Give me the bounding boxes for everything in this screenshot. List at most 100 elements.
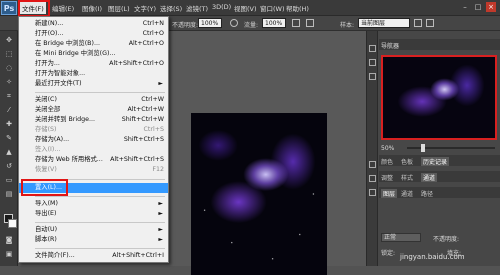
minimize-button[interactable]: –	[460, 2, 470, 12]
menu-separator	[35, 196, 165, 197]
menu-item-save-as[interactable]: 存储为(A)... Shift+Ctrl+S	[19, 135, 168, 145]
magic-wand-tool-icon[interactable]: ✧	[4, 77, 14, 87]
gradient-tool-icon[interactable]: ▤	[4, 189, 14, 199]
flow-label: 流量:	[244, 22, 259, 29]
menu-item-automate[interactable]: 自动(U) ►	[19, 225, 168, 235]
color-panel-icon[interactable]	[369, 161, 376, 168]
quick-mask-icon[interactable]: ◙	[4, 235, 14, 245]
menu-help[interactable]: 帮助(H)	[286, 3, 309, 13]
healing-brush-tool-icon[interactable]: ✚	[4, 119, 14, 129]
brush-tool-icon[interactable]: ✎	[4, 133, 14, 143]
menu-separator	[35, 248, 165, 249]
file-menu-dropdown: 新建(N)... Ctrl+N 打开(O)... Ctrl+O 在 Bridge 中…	[18, 16, 169, 263]
menu-item-close-all[interactable]: 关闭全部 Alt+Ctrl+W	[19, 105, 168, 115]
panel-tabs-bar	[379, 187, 500, 198]
background-color-swatch[interactable]	[8, 219, 17, 228]
menu-item-close-go-bridge[interactable]: 关闭并转到 Bridge... Shift+Ctrl+W	[19, 115, 168, 125]
crop-tool-icon[interactable]: ⌗	[4, 91, 14, 101]
menu-item-save[interactable]: 存储(S) Ctrl+S	[19, 125, 168, 135]
screen-mode-icon[interactable]: ▣	[4, 249, 14, 259]
menu-window[interactable]: 窗口(W)	[260, 3, 285, 13]
blend-mode-select[interactable]: 正常	[381, 233, 421, 242]
layer-opacity-label: 不透明度:	[433, 236, 460, 243]
menu-separator	[35, 222, 165, 223]
menu-separator	[35, 92, 165, 93]
photoshop-logo: Ps	[1, 1, 17, 15]
navigator-panel-icon[interactable]	[369, 45, 376, 52]
menu-item-new[interactable]: 新建(N)... Ctrl+N	[19, 19, 168, 29]
galaxy-image[interactable]	[191, 113, 327, 275]
menu-item-recent-files[interactable]: 最近打开文件(T) ►	[19, 79, 168, 89]
eyedropper-tool-icon[interactable]: ⁄	[4, 105, 14, 115]
panel-tabs-bar	[379, 171, 500, 182]
menu-item-revert[interactable]: 恢复(V) F12	[19, 165, 168, 175]
tab-paths[interactable]: 路径	[421, 189, 433, 198]
tab-channels-upper[interactable]: 通道	[421, 173, 438, 182]
ignore-adjustment-icon[interactable]	[414, 19, 422, 27]
tools-panel: ✥ ⬚ ◌ ✧ ⌗ ⁄ ✚ ✎ ▲ ↺ ▭ ▤ ◙ ▣	[0, 31, 18, 266]
menu-type[interactable]: 文字(Y)	[134, 3, 156, 13]
clone-stamp-tool-icon[interactable]: ▲	[4, 147, 14, 157]
close-button[interactable]: ×	[486, 2, 496, 12]
sample-label: 样本:	[340, 22, 355, 29]
move-tool-icon[interactable]: ✥	[4, 35, 14, 45]
tab-history[interactable]: 历史记录	[421, 157, 450, 166]
history-brush-tool-icon[interactable]: ↺	[4, 161, 14, 171]
menu-bar: Ps 文件(F) 编辑(E) 图像(I) 图层(L) 文字(Y) 选择(S) 滤…	[0, 0, 500, 16]
menu-image[interactable]: 图像(I)	[82, 3, 102, 13]
submenu-arrow-icon: ►	[158, 80, 163, 87]
menu-select[interactable]: 选择(S)	[160, 3, 182, 13]
watermark-text: jingyan.baidu.com	[400, 253, 465, 261]
submenu-arrow-icon: ►	[158, 236, 163, 243]
submenu-arrow-icon: ►	[158, 200, 163, 207]
maximize-button[interactable]: □	[473, 2, 483, 12]
pressure-size-icon[interactable]	[426, 19, 434, 27]
right-panel-dock: 导航器 50% 颜色 色板 历史记录 调整 样式 通道 图层 通道 路径 正常 …	[366, 31, 500, 266]
menu-edit[interactable]: 编辑(E)	[52, 3, 74, 13]
menu-item-save-for-web[interactable]: 存储为 Web 所用格式... Alt+Shift+Ctrl+S	[19, 155, 168, 165]
menu-item-import[interactable]: 导入(M) ►	[19, 199, 168, 209]
menu-item-close[interactable]: 关闭(C) Ctrl+W	[19, 95, 168, 105]
menu-item-open[interactable]: 打开(O)... Ctrl+O	[19, 29, 168, 39]
swatches-panel-icon[interactable]	[369, 175, 376, 182]
menu-view[interactable]: 视图(V)	[234, 3, 257, 13]
tab-channels[interactable]: 通道	[401, 189, 413, 198]
tab-swatches[interactable]: 色板	[401, 157, 413, 166]
menu-item-export[interactable]: 导出(E) ►	[19, 209, 168, 219]
airbrush-icon[interactable]	[292, 19, 300, 27]
histogram-panel-icon[interactable]	[369, 73, 376, 80]
menu-item-scripts[interactable]: 脚本(R) ►	[19, 235, 168, 245]
annotation-box-file-menu	[18, 0, 50, 17]
tab-adjustments[interactable]: 调整	[381, 173, 393, 182]
menu-filter[interactable]: 滤镜(T)	[186, 3, 208, 13]
flow-field[interactable]: 100%	[262, 18, 286, 28]
eraser-tool-icon[interactable]: ▭	[4, 175, 14, 185]
tab-navigator[interactable]: 导航器	[381, 41, 399, 50]
info-panel-icon[interactable]	[369, 59, 376, 66]
tab-styles[interactable]: 样式	[401, 173, 413, 182]
marquee-tool-icon[interactable]: ⬚	[4, 49, 14, 59]
menu-item-browse-bridge[interactable]: 在 Bridge 中浏览(B)... Alt+Ctrl+O	[19, 39, 168, 49]
pressure-opacity-icon[interactable]	[230, 19, 238, 27]
adjustments-panel-icon[interactable]	[369, 189, 376, 196]
aligned-checkbox-icon[interactable]	[306, 19, 314, 27]
menu-item-browse-mini-bridge[interactable]: 在 Mini Bridge 中浏览(G)...	[19, 49, 168, 59]
sample-select[interactable]: 当前图层	[358, 18, 410, 28]
menu-item-file-info[interactable]: 文件简介(F)... Alt+Shift+Ctrl+I	[19, 251, 168, 261]
menu-item-open-smart-object[interactable]: 打开为智能对象...	[19, 69, 168, 79]
menu-item-check-in[interactable]: 签入(I)...	[19, 145, 168, 155]
submenu-arrow-icon: ►	[158, 226, 163, 233]
annotation-box-place	[21, 179, 68, 196]
opacity-label: 不透明度:	[172, 22, 199, 29]
lasso-tool-icon[interactable]: ◌	[4, 63, 14, 73]
zoom-slider-handle[interactable]	[421, 144, 425, 152]
navigator-thumbnail[interactable]	[381, 55, 497, 140]
menu-item-open-as[interactable]: 打开为... Alt+Shift+Ctrl+O	[19, 59, 168, 69]
menu-layer[interactable]: 图层(L)	[108, 3, 130, 13]
panel-icon-strip	[367, 31, 378, 266]
tab-layers[interactable]: 图层	[381, 189, 398, 198]
opacity-field[interactable]: 100%	[198, 18, 222, 28]
navigator-zoom-value[interactable]: 50%	[381, 145, 394, 152]
menu-3d[interactable]: 3D(D)	[212, 3, 231, 11]
tab-color[interactable]: 颜色	[381, 157, 393, 166]
